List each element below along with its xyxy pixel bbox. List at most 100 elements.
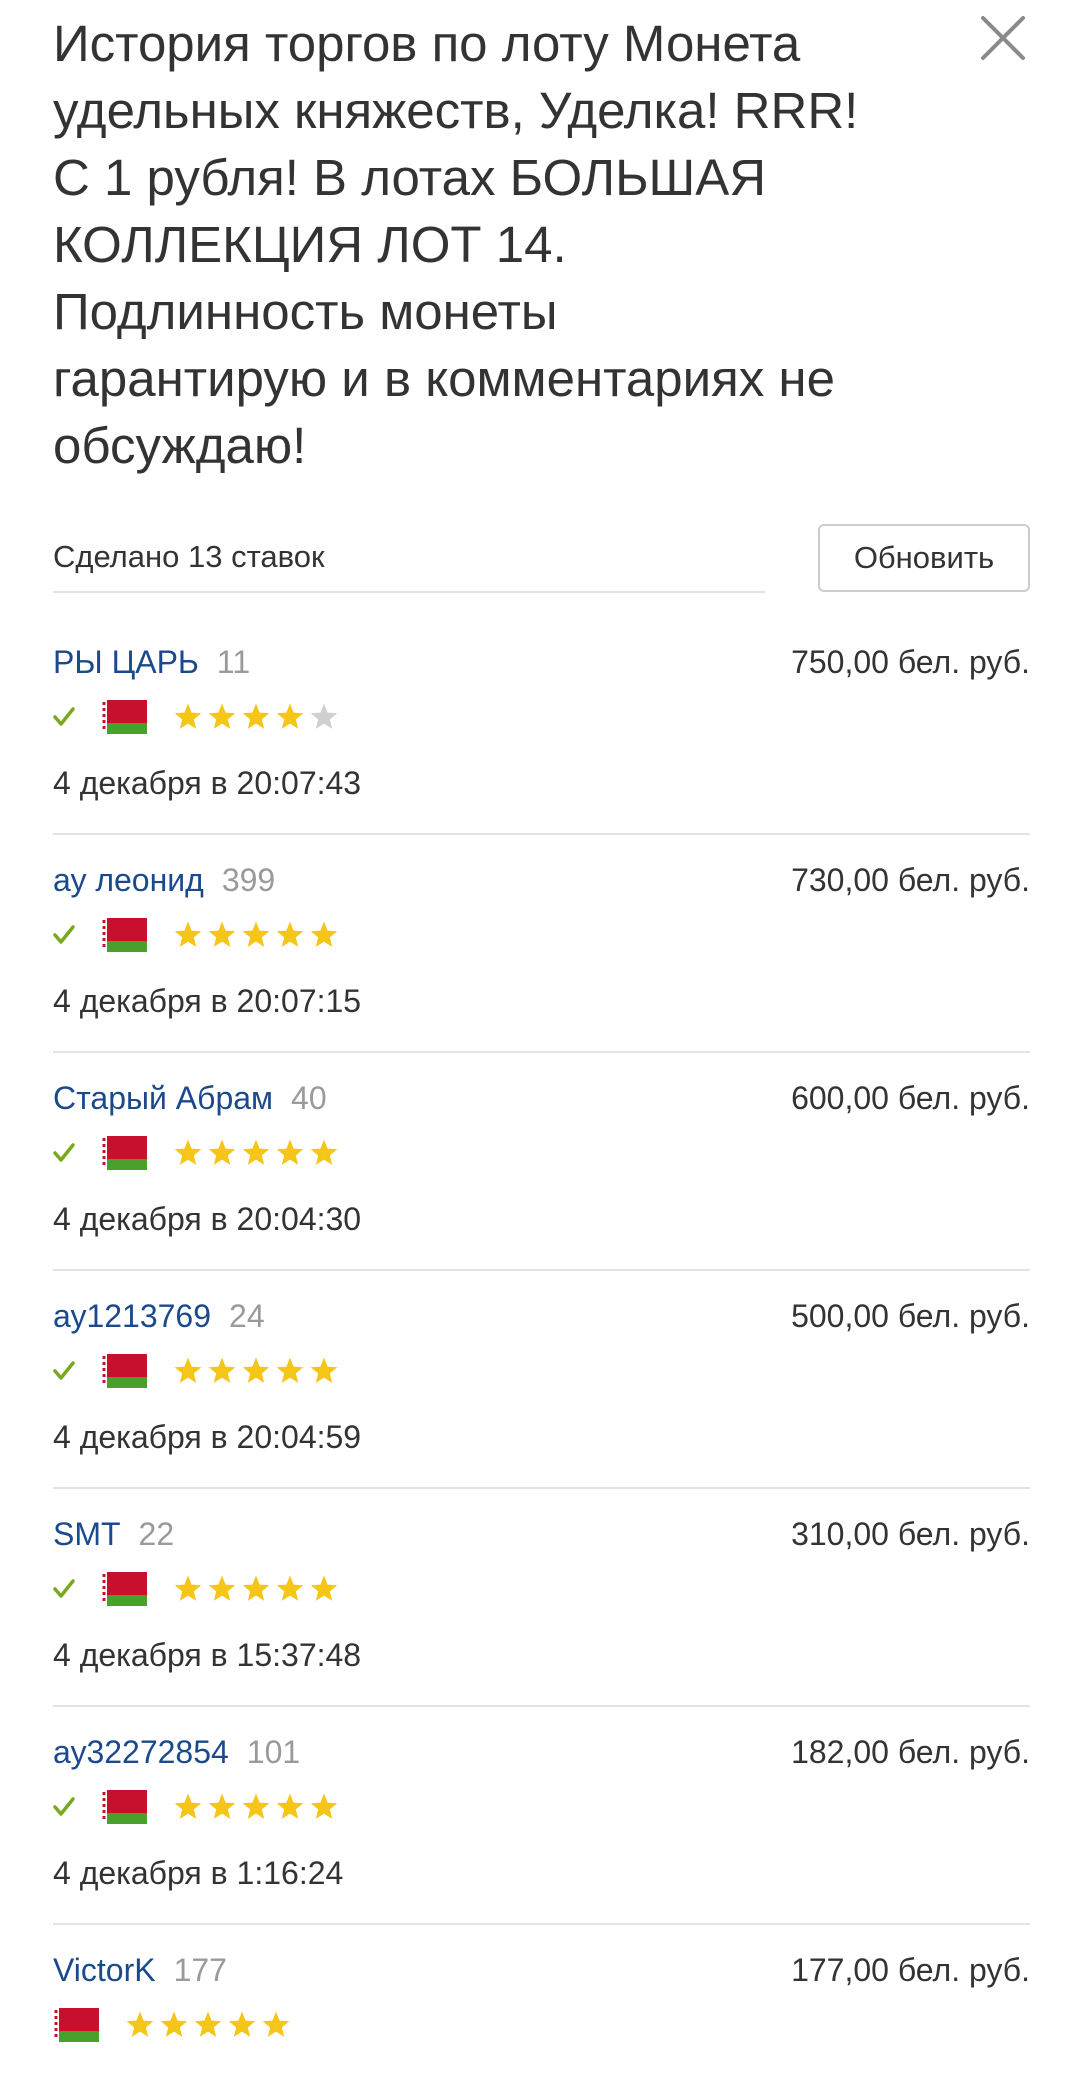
bidder-username[interactable]: ау32272854 [53, 1734, 229, 1770]
bid-history-page: История торгов по лоту Монета удельных к… [0, 0, 1080, 2085]
star-filled-icon [208, 1357, 236, 1383]
rating-stars [173, 702, 343, 732]
bid-row: ау леонид 399 730,00 бел. руб. 4 декабря… [53, 835, 1030, 1053]
star-filled-icon [262, 2011, 290, 2037]
star-filled-icon [174, 1357, 202, 1383]
star-filled-icon [310, 1793, 338, 1819]
star-filled-icon [208, 703, 236, 729]
star-filled-icon [174, 1139, 202, 1165]
belarus-flag-icon [101, 1354, 147, 1388]
bidder-line: РЫ ЦАРЬ 11 [53, 642, 250, 682]
bidder-badges [53, 699, 343, 735]
star-filled-icon [208, 1139, 236, 1165]
rating-stars [173, 1356, 343, 1386]
bidder-line: SMT 22 [53, 1514, 174, 1554]
star-filled-icon [174, 921, 202, 947]
bid-amount: 310,00 бел. руб. [791, 1516, 1030, 1552]
rating-stars [173, 1138, 343, 1168]
bid-row: Старый Абрам 40 600,00 бел. руб. 4 декаб… [53, 1053, 1030, 1271]
verified-check-icon [53, 925, 75, 944]
star-filled-icon [228, 2011, 256, 2037]
verified-check-icon [53, 1361, 75, 1380]
bidder-username[interactable]: VictorK [53, 1952, 156, 1988]
star-filled-icon [174, 1575, 202, 1601]
star-filled-icon [242, 1139, 270, 1165]
star-filled-icon [276, 1357, 304, 1383]
star-filled-icon [310, 1575, 338, 1601]
bid-list: РЫ ЦАРЬ 11 750,00 бел. руб. 4 декабря в … [53, 617, 1030, 2085]
bid-amount: 600,00 бел. руб. [791, 1080, 1030, 1116]
bidder-badges [53, 917, 343, 953]
belarus-flag-icon [101, 1136, 147, 1170]
bid-amount: 182,00 бел. руб. [791, 1734, 1030, 1770]
bidder-badges [53, 1789, 343, 1825]
bidder-username[interactable]: Старый Абрам [53, 1080, 273, 1116]
bidder-line: VictorK 177 [53, 1950, 227, 1990]
verified-check-icon [53, 1143, 75, 1162]
verified-check-icon [53, 1797, 75, 1816]
refresh-button[interactable]: Обновить [818, 524, 1030, 592]
bid-datetime: 4 декабря в 20:04:59 [53, 1419, 362, 1455]
bidder-rating: 40 [291, 1080, 327, 1116]
bidder-line: ау леонид 399 [53, 860, 275, 900]
star-filled-icon [174, 703, 202, 729]
bid-datetime: 4 декабря в 20:04:30 [53, 1201, 362, 1237]
bids-count: Сделано 13 ставок [53, 539, 325, 574]
star-filled-icon [276, 1139, 304, 1165]
star-filled-icon [310, 1139, 338, 1165]
bid-row: ау1213769 24 500,00 бел. руб. 4 декабря … [53, 1271, 1030, 1489]
belarus-flag-icon [101, 918, 147, 952]
star-filled-icon [174, 1793, 202, 1819]
star-filled-icon [276, 1575, 304, 1601]
verified-check-icon [53, 707, 75, 726]
rating-stars [125, 2010, 295, 2040]
bidder-line: ау32272854 101 [53, 1732, 300, 1772]
belarus-flag-icon [53, 2008, 99, 2042]
bid-datetime: 4 декабря в 20:07:43 [53, 765, 362, 801]
star-filled-icon [208, 1575, 236, 1601]
star-filled-icon [208, 1793, 236, 1819]
belarus-flag-icon [101, 1572, 147, 1606]
bidder-rating: 11 [216, 644, 251, 680]
star-filled-icon [276, 921, 304, 947]
bid-amount: 177,00 бел. руб. [791, 1952, 1030, 1988]
bid-row: VictorK 177 177,00 бел. руб. [53, 1925, 1030, 2085]
bidder-username[interactable]: РЫ ЦАРЬ [53, 644, 199, 680]
star-filled-icon [310, 921, 338, 947]
bid-amount: 750,00 бел. руб. [791, 644, 1030, 680]
star-filled-icon [242, 703, 270, 729]
bidder-username[interactable]: SMT [53, 1516, 121, 1552]
star-filled-icon [242, 1793, 270, 1819]
bid-datetime: 4 декабря в 20:07:15 [53, 983, 362, 1019]
rating-stars [173, 1792, 343, 1822]
belarus-flag-icon [101, 1790, 147, 1824]
star-filled-icon [126, 2011, 154, 2037]
bidder-rating: 22 [138, 1516, 175, 1552]
bidder-rating: 177 [173, 1952, 227, 1988]
star-filled-icon [276, 1793, 304, 1819]
bid-amount: 730,00 бел. руб. [791, 862, 1030, 898]
close-button[interactable] [975, 10, 1031, 66]
bid-datetime: 4 декабря в 1:16:24 [53, 1855, 344, 1891]
bid-row: РЫ ЦАРЬ 11 750,00 бел. руб. 4 декабря в … [53, 617, 1030, 835]
star-filled-icon [160, 2011, 188, 2037]
bidder-badges [53, 2007, 295, 2043]
rating-stars [173, 1574, 343, 1604]
star-filled-icon [242, 1575, 270, 1601]
star-filled-icon [194, 2011, 222, 2037]
page-title: История торгов по лоту Монета удельных к… [53, 15, 859, 474]
bidder-badges [53, 1353, 343, 1389]
star-empty-icon [310, 703, 338, 729]
belarus-flag-icon [101, 700, 147, 734]
bidder-line: ау1213769 24 [53, 1296, 265, 1336]
bidder-rating: 101 [246, 1734, 301, 1770]
bids-count-row: Сделано 13 ставок [53, 525, 765, 593]
star-filled-icon [208, 921, 236, 947]
bidder-username[interactable]: ау1213769 [53, 1298, 211, 1334]
rating-stars [173, 920, 343, 950]
bidder-badges [53, 1571, 343, 1607]
bidder-badges [53, 1135, 343, 1171]
bidder-username[interactable]: ау леонид [53, 862, 204, 898]
star-filled-icon [276, 703, 304, 729]
close-icon [981, 16, 1025, 60]
